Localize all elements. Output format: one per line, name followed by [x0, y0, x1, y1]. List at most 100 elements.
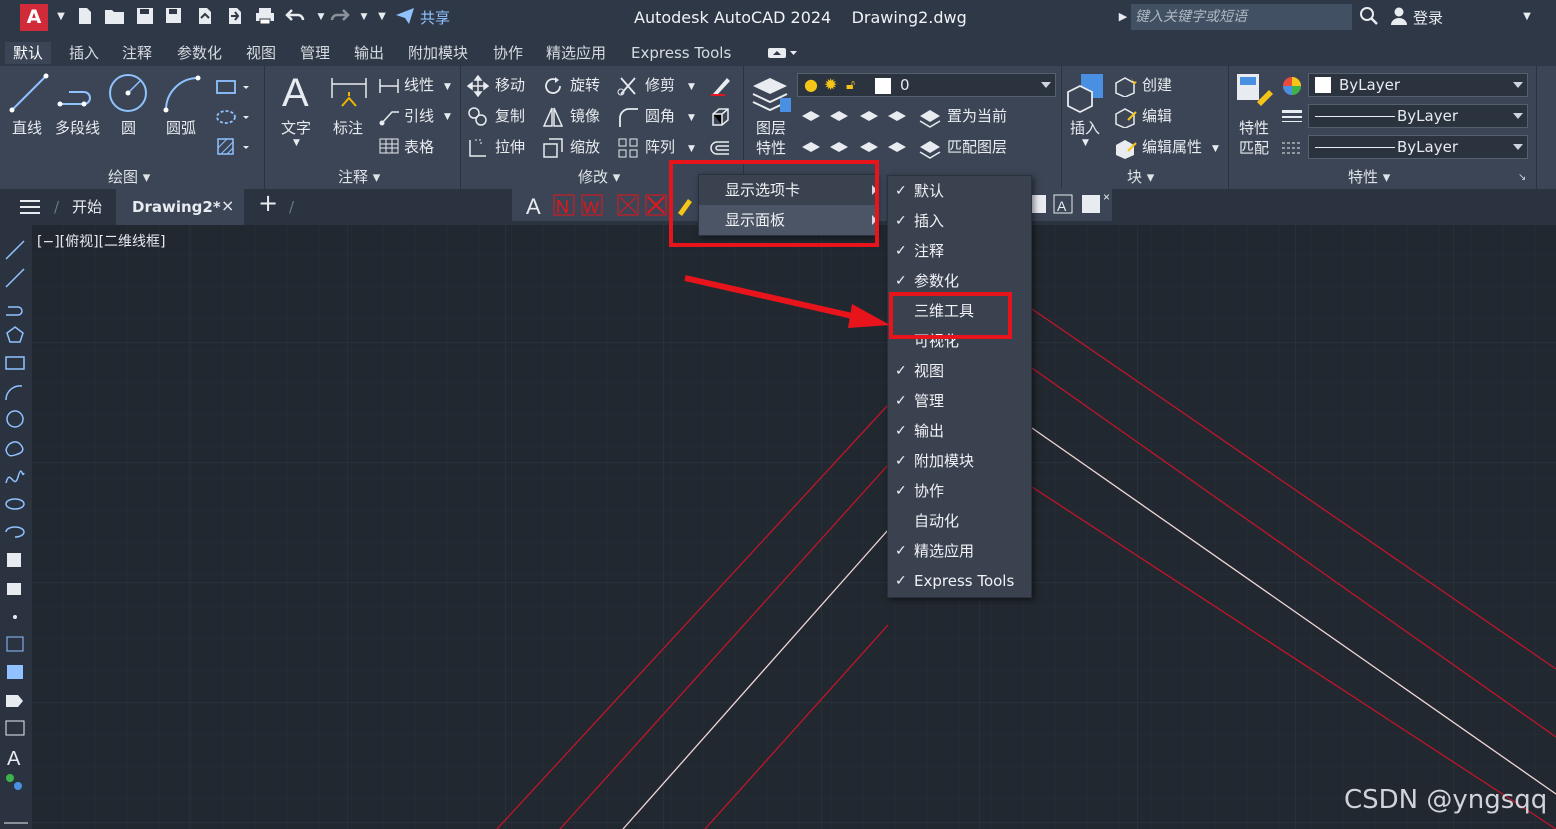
- ellipse-tool-icon[interactable]: [5, 498, 25, 510]
- tab-addins[interactable]: 附加模块: [408, 42, 468, 64]
- arc-button[interactable]: 圆弧: [166, 118, 196, 138]
- application-menu-button[interactable]: A: [20, 4, 48, 31]
- rectangle-tool-icon[interactable]: [5, 356, 25, 370]
- layer-dropdown[interactable]: ● ✹ 🔓︎ 0: [797, 73, 1056, 97]
- text-style-icon[interactable]: A: [526, 194, 541, 219]
- tab-manage[interactable]: 管理: [300, 42, 330, 64]
- tab-default[interactable]: 默认: [5, 42, 52, 64]
- file-tab-drawing2[interactable]: Drawing2* ×: [116, 189, 244, 225]
- chevron-down-icon[interactable]: ▼: [688, 82, 695, 92]
- chevron-down-icon[interactable]: ▼: [444, 112, 451, 122]
- hatch-tool-icon[interactable]: [6, 636, 24, 652]
- save-as-icon[interactable]: [163, 6, 185, 28]
- circle-button[interactable]: 圆: [121, 118, 136, 138]
- mirror-button[interactable]: 镜像: [570, 105, 600, 127]
- layer-properties-icon[interactable]: [750, 72, 792, 118]
- color-dropdown[interactable]: ByLayer: [1308, 73, 1528, 97]
- dimension-icon[interactable]: [328, 72, 370, 118]
- point-tool-icon[interactable]: [13, 615, 17, 619]
- submenu-item[interactable]: ✓ 附加模块: [888, 446, 1031, 476]
- chevron-down-icon[interactable]: ▼: [688, 144, 695, 154]
- submenu-item[interactable]: ✓ 插入: [888, 206, 1031, 236]
- toolbar-scale-icon[interactable]: [1082, 195, 1100, 213]
- match-properties-icon[interactable]: [1235, 72, 1275, 118]
- add-selected-icon[interactable]: [6, 774, 14, 782]
- line-icon[interactable]: [8, 72, 50, 118]
- arc-icon[interactable]: [162, 74, 202, 118]
- hamburger-menu-icon[interactable]: [20, 199, 40, 215]
- fillet-button[interactable]: 圆角: [645, 105, 675, 127]
- copy-button[interactable]: 复制: [495, 105, 525, 127]
- save-to-web-icon[interactable]: [224, 6, 246, 28]
- new-file-icon[interactable]: [74, 6, 96, 28]
- undo-icon[interactable]: [284, 6, 306, 28]
- polyline-button[interactable]: 多段线: [55, 118, 100, 138]
- erase-icon[interactable]: [709, 74, 733, 100]
- panel-title-properties[interactable]: 特性 ▾: [1348, 166, 1390, 188]
- tab-annotate[interactable]: 注释: [122, 42, 152, 64]
- tab-insert[interactable]: 插入: [69, 42, 99, 64]
- scale-button[interactable]: 缩放: [570, 136, 600, 158]
- panel-title-block[interactable]: 块 ▾: [1127, 166, 1154, 188]
- chevron-down-icon[interactable]: ▼: [1516, 6, 1538, 28]
- polyline-tool-icon[interactable]: [6, 306, 23, 316]
- open-from-web-icon[interactable]: [194, 6, 216, 28]
- submenu-item[interactable]: ✓ Express Tools: [888, 566, 1031, 596]
- table-tool-icon[interactable]: [5, 720, 25, 736]
- hatch-icon[interactable]: [215, 106, 251, 132]
- layer-tools-row1-icon[interactable]: [800, 106, 908, 132]
- redo-icon[interactable]: [329, 6, 351, 28]
- linetype-dropdown[interactable]: ByLayer: [1308, 135, 1528, 159]
- share-button[interactable]: 共享: [420, 7, 450, 29]
- array-button[interactable]: 阵列: [645, 136, 675, 158]
- chevron-down-icon[interactable]: ▼: [1212, 144, 1219, 154]
- edit-attributes-button[interactable]: 编辑属性: [1142, 136, 1202, 158]
- user-icon[interactable]: [1388, 6, 1410, 28]
- gradient-tool-icon[interactable]: [7, 665, 23, 679]
- revcloud-tool-icon[interactable]: [5, 441, 24, 457]
- table-button[interactable]: 表格: [404, 136, 434, 158]
- tab-featured-apps[interactable]: 精选应用: [546, 42, 606, 64]
- chevron-down-icon[interactable]: ▼: [444, 82, 451, 92]
- insert-block-tool-icon[interactable]: [7, 553, 21, 567]
- chevron-down-icon[interactable]: ▼: [293, 138, 300, 148]
- tab-parametric[interactable]: 参数化: [177, 42, 222, 64]
- panel-title-annotation[interactable]: 注释 ▾: [338, 166, 380, 188]
- line-tool-icon[interactable]: [5, 240, 25, 260]
- lineweight-dropdown[interactable]: ByLayer: [1308, 104, 1528, 128]
- submenu-item[interactable]: ✓ 输出: [888, 416, 1031, 446]
- line-button[interactable]: 直线: [12, 118, 42, 138]
- submenu-item[interactable]: ✓ 管理: [888, 386, 1031, 416]
- make-block-tool-icon[interactable]: [7, 583, 21, 595]
- panel-title-draw[interactable]: 绘图 ▾: [108, 166, 150, 188]
- close-icon[interactable]: ×: [221, 196, 234, 215]
- toolbar-doc-icon[interactable]: [1030, 195, 1046, 213]
- polyline-icon[interactable]: [57, 76, 99, 114]
- file-tab-start[interactable]: 开始: [72, 197, 102, 217]
- arc-tool-icon[interactable]: [5, 385, 23, 401]
- save-icon[interactable]: [134, 6, 156, 28]
- search-input[interactable]: 键入关键字或短语: [1131, 4, 1352, 30]
- gradient-icon[interactable]: [215, 136, 251, 162]
- submenu-item[interactable]: ✓ 注释: [888, 236, 1031, 266]
- submenu-item[interactable]: 自动化: [888, 506, 1031, 536]
- share-icon[interactable]: [394, 6, 416, 28]
- rectangle-icon[interactable]: [215, 76, 251, 102]
- chevron-down-icon[interactable]: ▼: [688, 113, 695, 123]
- linear-dimension-button[interactable]: 线性: [404, 74, 434, 96]
- search-icon[interactable]: [1358, 6, 1380, 28]
- tab-collaborate[interactable]: 协作: [493, 42, 523, 64]
- submenu-item[interactable]: ✓ 精选应用: [888, 536, 1031, 566]
- tab-output[interactable]: 输出: [354, 42, 384, 64]
- spline-tool-icon[interactable]: [5, 470, 25, 484]
- submenu-item[interactable]: ✓ 默认: [888, 176, 1031, 206]
- chevron-down-icon[interactable]: ▼: [50, 6, 72, 28]
- edit-block-button[interactable]: 编辑: [1142, 105, 1172, 127]
- plot-icon[interactable]: [254, 6, 276, 28]
- explode-icon[interactable]: [709, 106, 731, 132]
- new-tab-plus-icon[interactable]: +: [258, 191, 278, 215]
- insert-block-icon[interactable]: [1065, 72, 1107, 118]
- insert-block-button[interactable]: 插入: [1070, 118, 1100, 138]
- region-tool-icon[interactable]: [6, 695, 23, 707]
- submenu-item[interactable]: ✓ 协作: [888, 476, 1031, 506]
